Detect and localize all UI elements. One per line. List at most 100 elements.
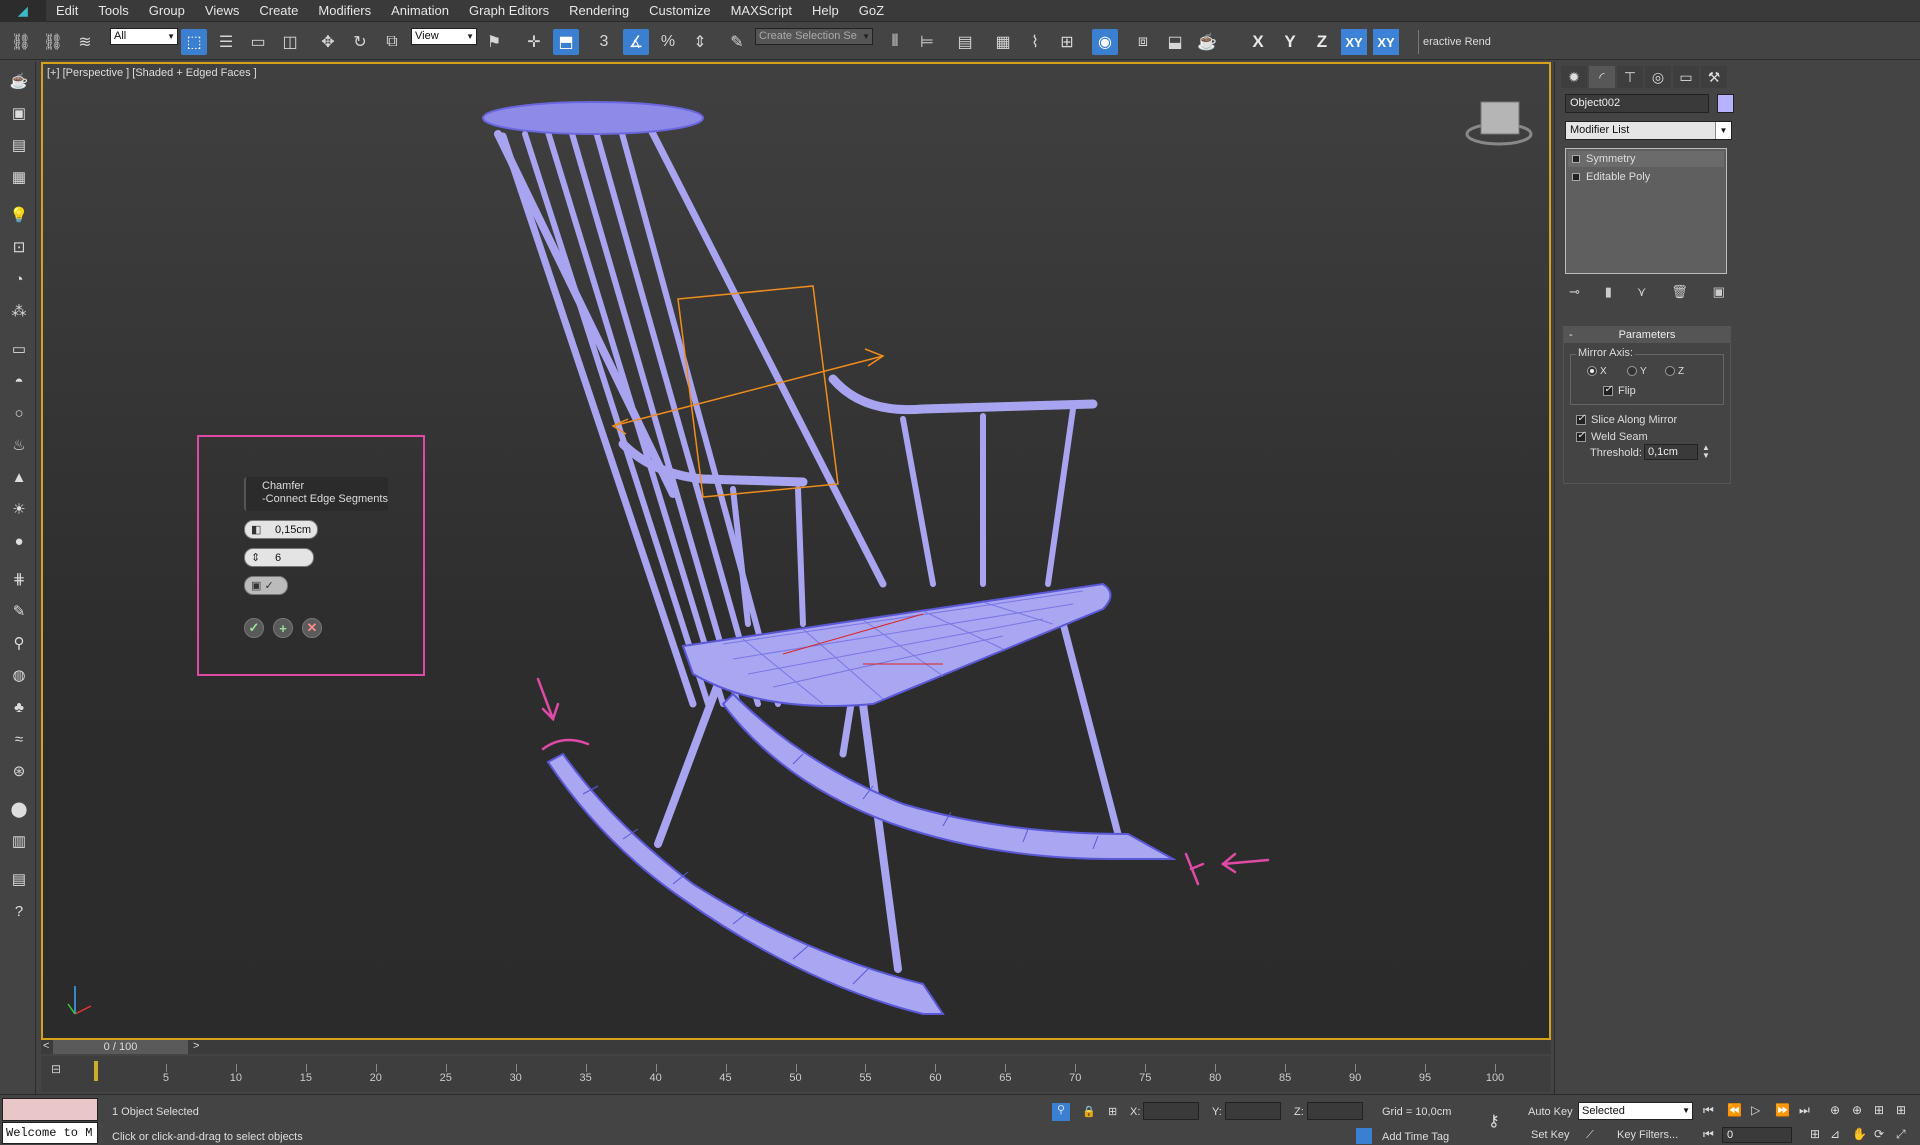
next-frame-icon[interactable]: ⏩	[1775, 1103, 1790, 1117]
make-unique-icon[interactable]: ⋎	[1637, 284, 1647, 304]
menu-item-graph-editors[interactable]: Graph Editors	[459, 0, 559, 22]
keyboard-shortcut-override-icon[interactable]: ⬒	[553, 29, 579, 55]
create-tab-icon[interactable]: ✹	[1561, 66, 1587, 88]
interactive-render-tab[interactable]: eractive Rend	[1418, 30, 1494, 54]
rollout-header[interactable]: - Parameters	[1564, 327, 1730, 343]
globe-icon[interactable]: ◍	[8, 664, 30, 686]
current-frame-input[interactable]: 0	[1722, 1127, 1792, 1143]
menu-item-group[interactable]: Group	[139, 0, 195, 22]
menu-item-rendering[interactable]: Rendering	[559, 0, 639, 22]
previous-frame-icon[interactable]: ⏪	[1727, 1103, 1742, 1117]
camera-icon[interactable]: ⊡	[8, 236, 30, 258]
go-to-end-icon[interactable]: ⏭	[1799, 1103, 1810, 1118]
sphere-icon[interactable]: ○	[8, 402, 30, 424]
paint-icon[interactable]: ✎	[8, 600, 30, 622]
menu-item-goz[interactable]: GoZ	[849, 0, 894, 22]
manipulate-icon[interactable]: ✛	[521, 29, 547, 55]
time-configuration-icon[interactable]: ⊞	[1810, 1127, 1820, 1141]
slice-along-mirror-checkbox[interactable]: Slice Along Mirror	[1576, 413, 1677, 426]
teapot-primitive-icon[interactable]: ♨	[8, 434, 30, 456]
select-object-icon[interactable]: ⬚	[181, 29, 207, 55]
help-icon[interactable]: ?	[8, 900, 30, 922]
x-coordinate-input[interactable]	[1143, 1102, 1199, 1120]
menu-item-tools[interactable]: Tools	[88, 0, 138, 22]
unlink-icon[interactable]: ⛓	[40, 29, 66, 55]
hierarchy-tab-icon[interactable]: ⊤	[1617, 66, 1643, 88]
material-editor-icon[interactable]: ◉	[1092, 29, 1118, 55]
light-icon[interactable]: 💡	[8, 204, 30, 226]
scale-icon[interactable]: ⧉	[379, 29, 405, 55]
dome-icon[interactable]: ◓	[8, 370, 30, 392]
window-crossing-icon[interactable]: ◫	[277, 29, 303, 55]
graphite-ribbon-icon[interactable]: ▦	[990, 29, 1016, 55]
stack-item-editable-poly[interactable]: Editable Poly	[1568, 169, 1724, 185]
menu-item-create[interactable]: Create	[249, 0, 308, 22]
selection-filter-select[interactable]: All	[110, 28, 178, 45]
menu-item-animation[interactable]: Animation	[381, 0, 459, 22]
align-icon[interactable]: ⊨	[914, 29, 940, 55]
key-icon[interactable]: ⟋	[1586, 1129, 1594, 1142]
axis-xy-button[interactable]: XY	[1341, 29, 1367, 55]
bulb-icon[interactable]	[1572, 173, 1580, 181]
percent-snap-icon[interactable]: %	[655, 29, 681, 55]
key-mode-select[interactable]: Selected	[1578, 1102, 1693, 1120]
pan-view-icon[interactable]: ✋	[1852, 1127, 1867, 1141]
hair-fur-icon[interactable]: ≈	[8, 728, 30, 750]
cloth-icon[interactable]: ⊛	[8, 760, 30, 782]
modifier-list-dropdown[interactable]: Modifier List	[1565, 121, 1732, 140]
schematic-view-icon[interactable]: ⊞	[1054, 29, 1080, 55]
go-to-start-icon[interactable]: ⏮	[1703, 1103, 1714, 1118]
snaps-toggle-icon[interactable]: 3	[591, 29, 617, 55]
current-frame-marker[interactable]	[94, 1061, 98, 1081]
perspective-viewport[interactable]: [+] [Perspective ] [Shaded + Edged Faces…	[41, 62, 1551, 1040]
maxscript-listener-input[interactable]: Welcome to M	[2, 1122, 98, 1144]
sun-icon[interactable]: ☀	[8, 498, 30, 520]
bind-space-warp-icon[interactable]: ≋	[72, 29, 98, 55]
orbit-icon[interactable]: ⟳	[1874, 1127, 1884, 1141]
pin-stack-icon[interactable]: ⊸	[1569, 284, 1580, 304]
play-icon[interactable]: ▷	[1751, 1103, 1760, 1117]
angle-snap-icon[interactable]: ∡	[623, 29, 649, 55]
menu-item-customize[interactable]: Customize	[639, 0, 720, 22]
y-coordinate-input[interactable]	[1225, 1102, 1281, 1120]
next-frame-arrow-icon[interactable]: >	[193, 1040, 199, 1052]
set-keys-key-icon[interactable]: ⚷	[1488, 1111, 1500, 1131]
plant-icon[interactable]: ♣	[8, 696, 30, 718]
zoom-all-icon[interactable]: ⊕	[1852, 1103, 1862, 1117]
connect-segments-field[interactable]: ⇕ 6	[244, 548, 314, 567]
scene-explorer-icon[interactable]: ▣	[8, 102, 30, 124]
link-icon[interactable]: ⛓	[8, 29, 34, 55]
time-slider-thumb[interactable]: 0 / 100	[53, 1040, 188, 1054]
render-production-icon[interactable]: ☕	[1194, 29, 1220, 55]
select-by-name-icon[interactable]: ☰	[213, 29, 239, 55]
zoom-extents-all-icon[interactable]: ⊞	[1896, 1103, 1906, 1117]
table-icon[interactable]: ▦	[8, 166, 30, 188]
rotate-icon[interactable]: ↻	[347, 29, 373, 55]
weld-seam-checkbox[interactable]: Weld Seam	[1576, 430, 1648, 443]
reference-coordinate-select[interactable]: View	[411, 28, 477, 45]
menu-item-modifiers[interactable]: Modifiers	[308, 0, 381, 22]
helper-icon[interactable]: ◔	[8, 268, 30, 290]
utilities-tab-icon[interactable]: ⚒	[1701, 66, 1727, 88]
time-tag-icon[interactable]	[1356, 1128, 1372, 1144]
sphere-solid-icon[interactable]: ●	[8, 530, 30, 552]
mini-curve-editor-icon[interactable]: ⊟	[51, 1062, 61, 1076]
curve-editor-icon[interactable]: ⌇	[1022, 29, 1048, 55]
sphere-gray-icon[interactable]: ⬤	[8, 798, 30, 820]
chamfer-amount-field[interactable]: ◧ 0,15cm	[244, 520, 318, 539]
mirror-icon[interactable]: ⫴	[882, 29, 908, 55]
prev-frame-arrow-icon[interactable]: <	[43, 1040, 49, 1052]
ok-button[interactable]: ✓	[244, 618, 264, 638]
axis-xy-cycle-button[interactable]: XY	[1373, 29, 1399, 55]
rectangular-selection-icon[interactable]: ▭	[245, 29, 271, 55]
display-tab-icon[interactable]: ▭	[1673, 66, 1699, 88]
isolate-selection-icon[interactable]: ⚲	[1052, 1103, 1070, 1121]
open-chamfer-toggle[interactable]: ▣ ✓	[244, 576, 288, 595]
axis-radio-x[interactable]: X	[1587, 366, 1607, 377]
key-mode-toggle-icon[interactable]: ⏮	[1703, 1127, 1714, 1142]
threshold-input[interactable]: 0,1cm	[1644, 444, 1698, 460]
menu-item-help[interactable]: Help	[802, 0, 849, 22]
auto-key-button[interactable]: Auto Key	[1528, 1106, 1573, 1118]
plane-icon[interactable]: ▭	[8, 338, 30, 360]
cancel-button[interactable]: ✕	[302, 618, 322, 638]
